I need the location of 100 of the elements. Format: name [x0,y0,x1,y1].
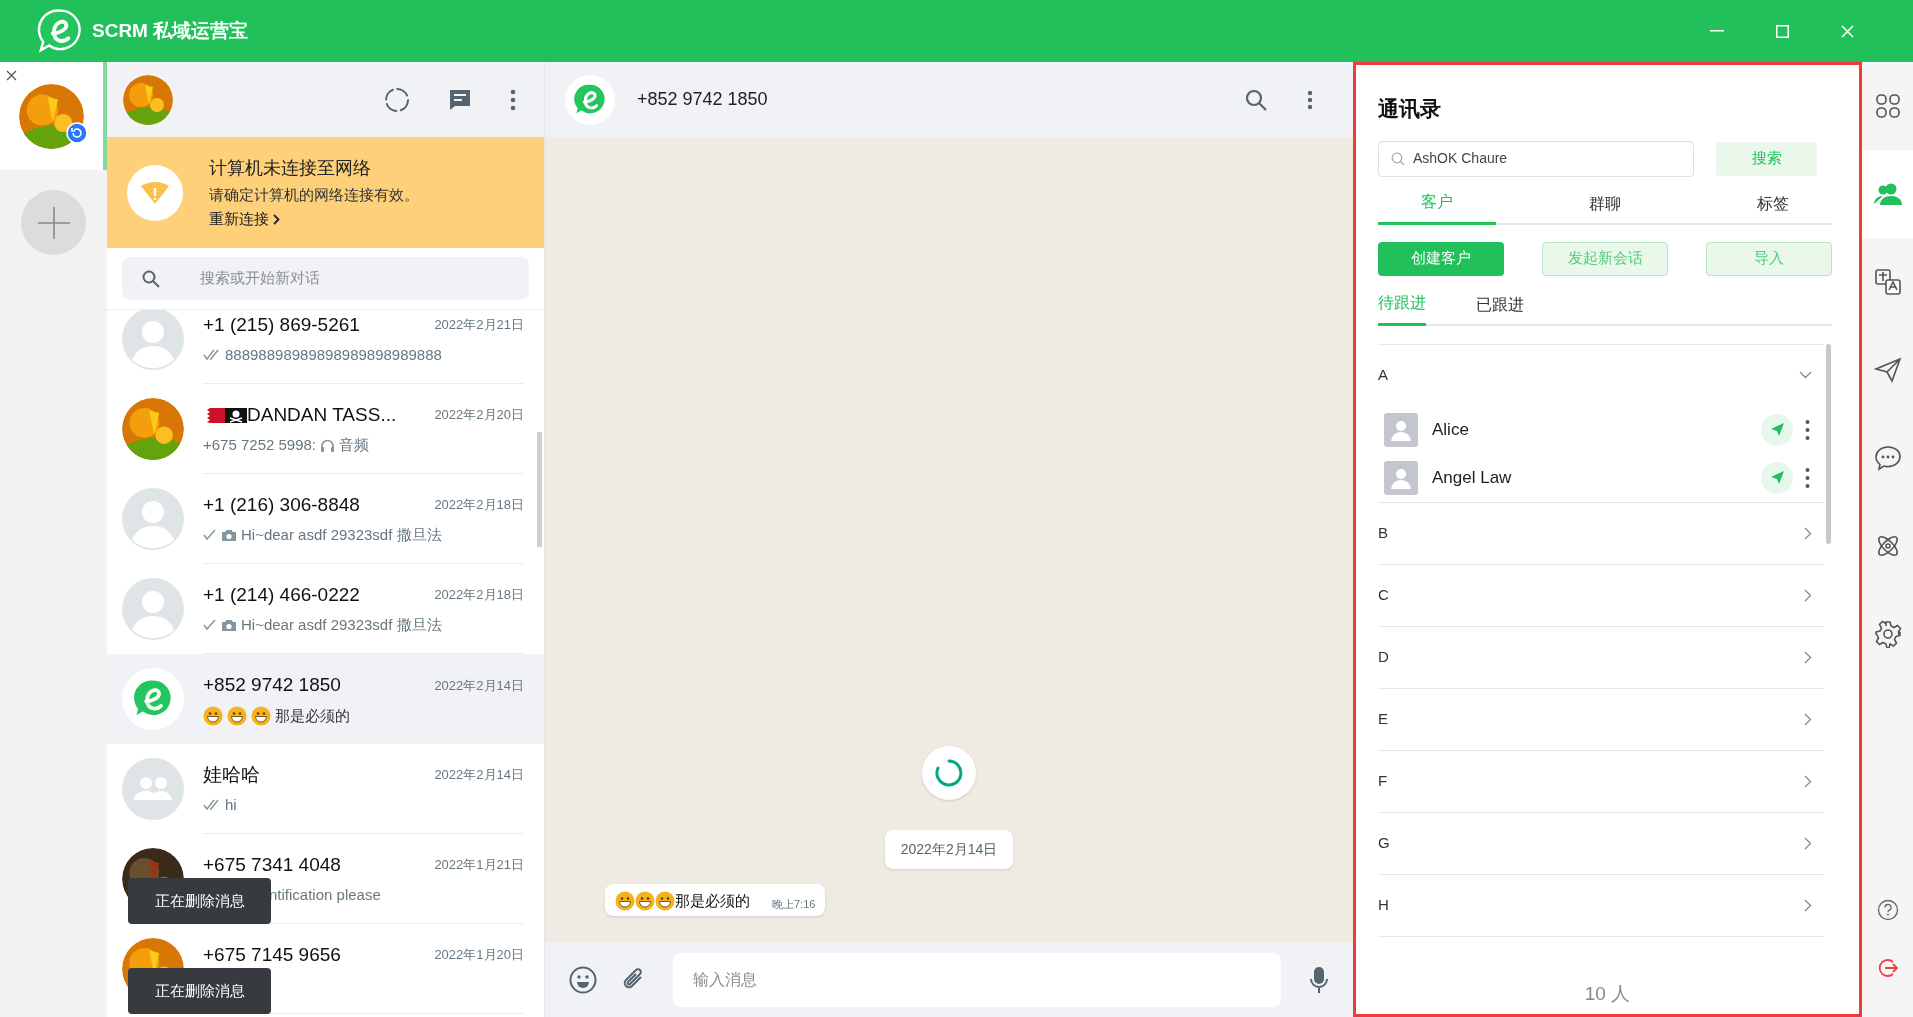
search-value: AshOK Chaure [1413,149,1508,168]
more-icon[interactable] [1307,89,1313,110]
chat-name: +852 9742 1850 [203,673,341,698]
send-message-button[interactable] [1761,461,1793,494]
status-icon[interactable] [384,86,410,113]
letter-section-header[interactable]: E [1378,688,1824,750]
section-letter: H [1378,894,1389,915]
chevron-right-icon [1804,712,1812,726]
avatar-icon [122,578,184,640]
microphone-icon[interactable] [1309,965,1329,994]
contact-row[interactable]: Alice [1378,405,1824,454]
chat-name: +1 (216) 306-8848 [203,492,360,517]
send-message-button[interactable] [1761,413,1793,446]
section-letter: D [1378,646,1389,667]
spinner-icon [934,757,964,788]
chat-name: +675 7341 4048 [203,852,341,877]
letter-section-header[interactable]: F [1378,750,1824,812]
chat-preview: Hi~dear asdf 29323sdf 撒旦法 [241,525,442,545]
grin-emoji-icon [655,890,675,911]
camera-icon [221,528,237,542]
chevron-right-icon [1804,588,1812,602]
chat-name: +1 (214) 466-0222 [203,582,360,607]
chat-row[interactable]: +852 9742 1850 2022年2月14日 那是必须的 [107,654,544,744]
chevron-right-icon [1804,526,1812,540]
contact-name: Alice [1432,418,1469,441]
minimize-icon [1710,30,1724,32]
toast: 正在删除消息 [128,968,271,1014]
panel-title: 通讯录 [1378,96,1442,122]
banner-title: 计算机未连接至网络 [209,156,372,180]
contact-name: Angel Law [1432,466,1512,489]
search-icon[interactable] [1245,88,1267,111]
app-logo-icon [36,7,84,55]
check-icon [203,619,217,632]
double-check-icon [203,799,221,812]
message-time: 晚上7:16 [772,896,816,912]
more-icon[interactable] [510,88,516,111]
panel-tab[interactable]: 标签 [1714,182,1832,225]
grin-emoji-icon [615,890,635,911]
flag-icon [203,407,225,423]
avatar-icon [122,488,184,550]
more-icon[interactable] [1805,466,1810,489]
grin-emoji-icon [251,705,271,726]
letter-section-header[interactable]: D [1378,626,1824,688]
more-icon[interactable] [1805,418,1810,441]
search-field[interactable]: AshOK Chaure [1378,140,1694,177]
chat-preview: 88898898989898989898989888 [225,345,442,365]
chat-date: 2022年1月21日 [434,856,524,875]
letter-section-header[interactable]: A [1378,344,1824,406]
translate-icon [1873,268,1902,296]
chevron-down-icon [1799,371,1812,379]
contact-avatar-icon [1384,460,1418,495]
chat-preview: Hi~dear asdf 29323sdf 撒旦法 [241,615,442,635]
letter-section-header[interactable]: C [1378,564,1824,626]
close-icon [6,70,17,81]
chat-date: 2022年2月14日 [434,766,524,785]
chat-date: 2022年1月20日 [434,946,524,965]
message-text: 那是必须的 [675,890,750,911]
emoji-icon[interactable] [569,965,597,994]
follow-up-tab[interactable]: 已跟进 [1476,283,1524,326]
logout-icon [1876,957,1899,979]
letter-section-header[interactable]: H [1378,874,1824,936]
section-letter: B [1378,522,1388,543]
grin-emoji-icon [635,890,655,911]
search-icon [142,269,160,288]
chat-date: 2022年2月18日 [434,496,524,515]
close-icon [1840,24,1854,38]
section-letter: A [1378,364,1388,385]
camera-icon [221,618,237,632]
maximize-icon [1775,24,1789,38]
chat-name: +1 (215) 869-5261 [203,312,360,337]
reconnect-link[interactable]: 重新连接 [209,208,419,231]
contact-name: +852 9742 1850 [637,88,768,111]
message-input[interactable]: 输入消息 [673,952,1281,1007]
input-placeholder: 输入消息 [693,969,757,990]
section-letter: G [1378,832,1390,853]
plus-icon [37,206,70,239]
search-icon [1391,151,1405,166]
send-icon [1770,423,1784,436]
no-wifi-icon [141,181,169,204]
window-title: SCRM 私域运营宝 [92,18,249,43]
chat-sender: +675 7252 5998: [203,435,317,455]
account-tab[interactable] [0,62,107,170]
chat-date: 2022年2月14日 [434,676,524,695]
chat-preview: hi [225,795,237,815]
letter-section-header[interactable]: B [1378,502,1824,564]
chat-date: 2022年2月21日 [434,316,524,335]
chat-name: DANDAN TASS... [247,402,397,427]
grin-emoji-icon [227,705,247,726]
new-chat-icon[interactable] [448,87,472,112]
letter-section-header[interactable]: G [1378,812,1824,874]
chat-preview: 音频 [339,435,370,455]
chat-preview: ntification please [269,885,381,905]
section-letter: E [1378,708,1388,729]
panel-tab[interactable]: 群聊 [1496,182,1714,225]
search-placeholder: 搜索或开始新对话 [200,268,320,289]
check-icon [203,529,217,542]
chat-icon [1873,445,1902,471]
contact-row[interactable]: Angel Law [1378,453,1824,502]
grin-emoji-icon [203,705,223,726]
group-avatar-icon [122,758,184,820]
